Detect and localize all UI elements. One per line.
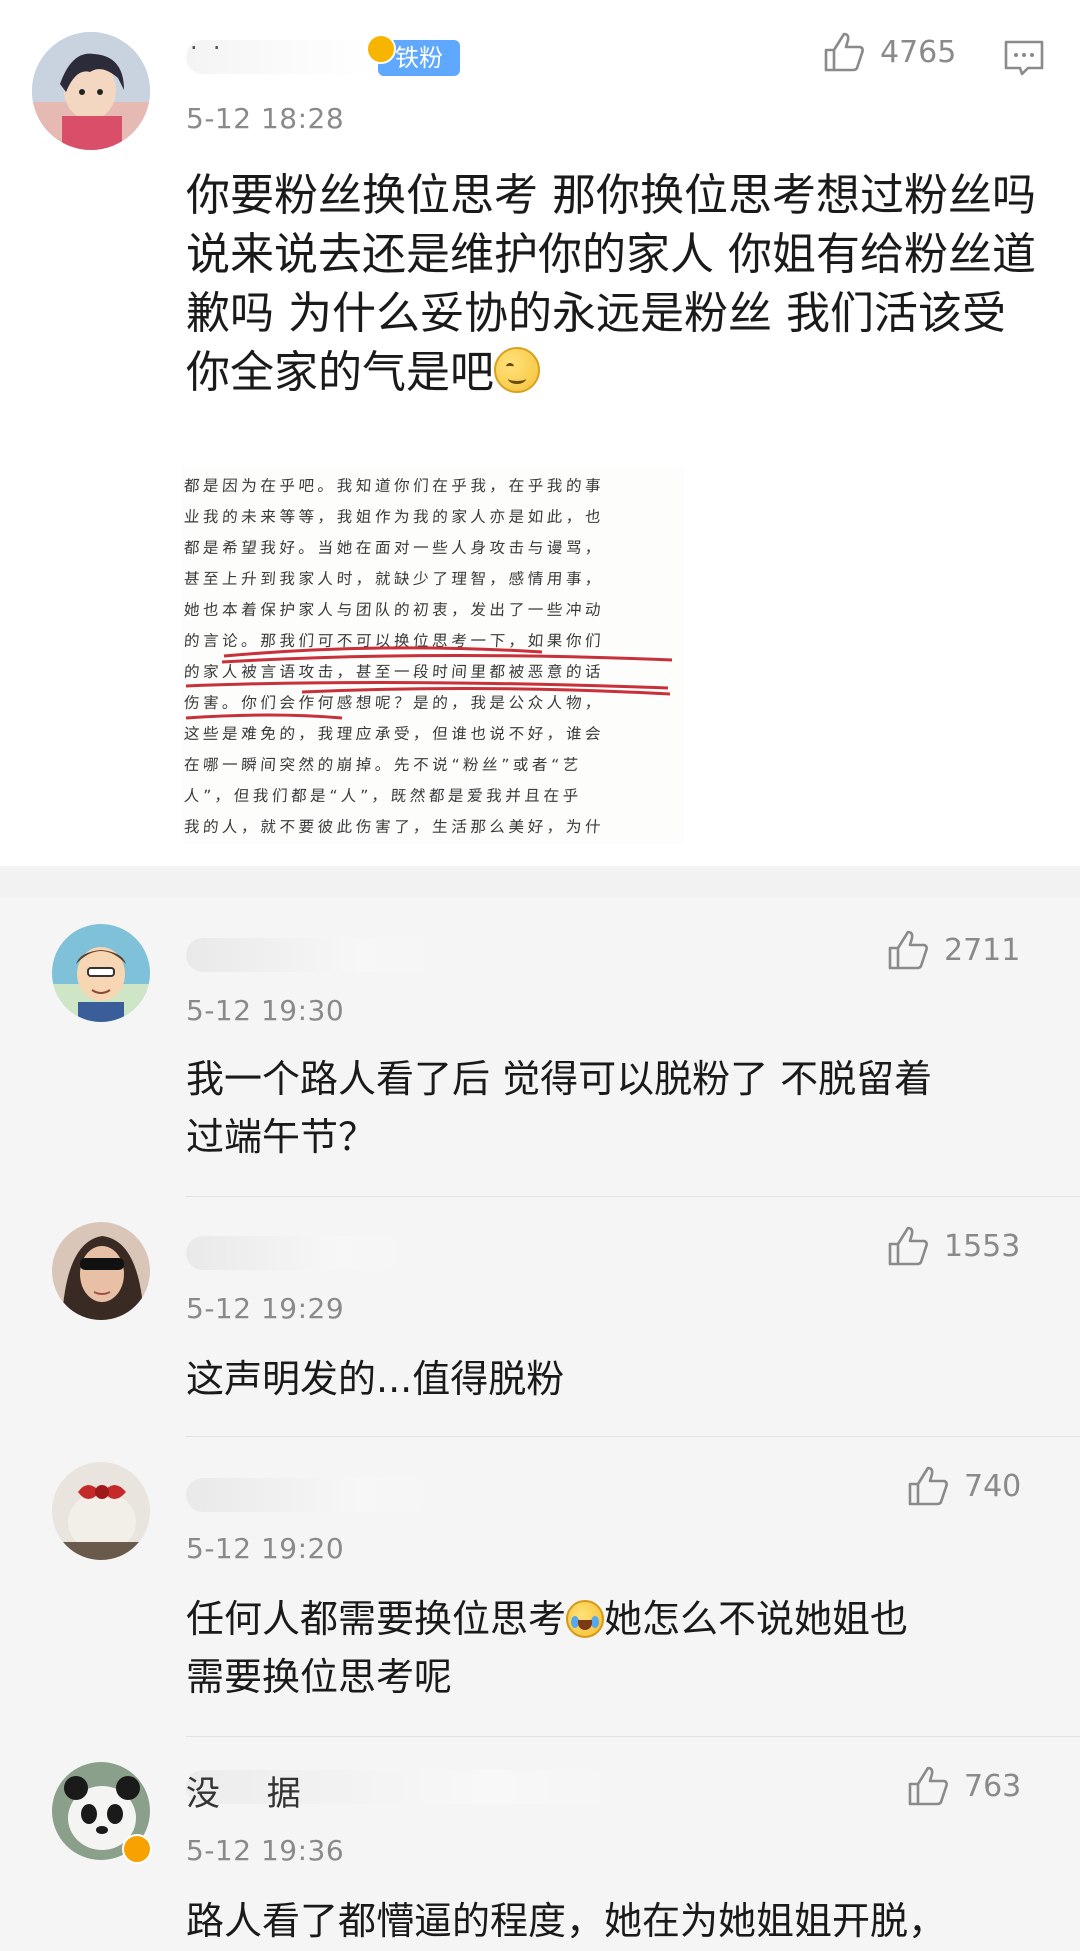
laugh-cry-emoji xyxy=(566,1600,605,1638)
badge-icon xyxy=(366,34,396,64)
reply-time: 5-12 19:20 xyxy=(186,1532,345,1565)
reply-text: 路人看了都懵逼的程度，她在为她姐姐开脱， xyxy=(186,1892,946,1950)
avatar[interactable] xyxy=(52,1222,150,1320)
comment-time: 5-12 18:28 xyxy=(186,102,345,135)
like-button[interactable]: 1553 xyxy=(886,1224,1020,1268)
avatar[interactable] xyxy=(52,1462,150,1560)
attached-statement-image[interactable]: 都是因为在乎吧。我知道你们在乎我，在乎我的事 业我的未来等等，我姐作为我的家人亦… xyxy=(182,466,684,844)
avatar-image xyxy=(52,1462,150,1560)
comment-text: 你要粉丝换位思考 那你换位思考想过粉丝吗 说来说去还是维护你的家人 你姐有给粉丝… xyxy=(186,166,1036,402)
reply-text: 任何人都需要换位思考 她怎么不说她姐也 需要换位思考呢 xyxy=(186,1590,908,1706)
thumbs-up-icon xyxy=(888,1226,928,1266)
username-fragment: 没 据 xyxy=(186,1774,319,1814)
reply-text-line: 任何人都需要换位思考 她怎么不说她姐也 xyxy=(186,1590,908,1648)
divider xyxy=(186,1196,1080,1197)
reply-text-line: 需要换位思考呢 xyxy=(186,1655,453,1699)
reply-text: 我一个路人看了后 觉得可以脱粉了 不脱留着 过端午节？ xyxy=(186,1050,932,1166)
like-button[interactable]: 763 xyxy=(906,1764,1021,1808)
avatar[interactable] xyxy=(52,924,150,1022)
like-button[interactable]: 740 xyxy=(906,1464,1021,1508)
like-count: 763 xyxy=(964,1768,1022,1804)
username-redacted[interactable] xyxy=(186,938,436,972)
avatar[interactable] xyxy=(32,32,150,150)
username-redacted[interactable] xyxy=(186,1236,406,1270)
reply-time: 5-12 19:30 xyxy=(186,994,345,1027)
username-redacted[interactable] xyxy=(186,1478,436,1512)
verified-badge-icon xyxy=(122,1834,152,1864)
reply-text-line: 这声明发的...值得脱粉 xyxy=(186,1357,565,1401)
avatar-image xyxy=(32,32,150,150)
avatar-image xyxy=(52,924,150,1022)
avatar-image xyxy=(52,1222,150,1320)
thumbs-up-icon xyxy=(824,32,864,72)
thumbs-up-icon xyxy=(888,930,928,970)
reply-text-segment: 任何人都需要换位思考 xyxy=(186,1597,567,1641)
reply-bubble-icon xyxy=(1004,40,1044,76)
fan-badge[interactable]: 铁粉 xyxy=(366,34,460,76)
fan-badge-label: 铁粉 xyxy=(395,44,443,72)
reply-text: 这声明发的...值得脱粉 xyxy=(186,1350,564,1408)
thumbs-up-icon xyxy=(908,1466,948,1506)
username-redacted[interactable]: 没 据 xyxy=(186,1770,616,1814)
username-redacted[interactable]: · · xyxy=(186,34,376,74)
divider xyxy=(186,1736,1080,1737)
replies-list: 5-12 19:30 2711 我一个路人看了后 觉得可以脱粉了 不脱留着 过端… xyxy=(0,898,1080,1951)
divider xyxy=(186,1436,1080,1437)
smile-emoji xyxy=(494,347,540,393)
red-underline-annotations xyxy=(185,646,673,720)
like-count: 1553 xyxy=(944,1228,1021,1264)
reply-text-line: 我一个路人看了后 觉得可以脱粉了 不脱留着 xyxy=(186,1057,933,1101)
reply-text-line: 路人看了都懵逼的程度，她在为她姐姐开脱， xyxy=(186,1899,947,1943)
reply-text-line: 过端午节？ xyxy=(186,1115,377,1159)
thumbs-up-icon xyxy=(908,1766,948,1806)
like-count: 740 xyxy=(964,1468,1022,1504)
like-count: 4765 xyxy=(880,34,957,70)
reply-time: 5-12 19:36 xyxy=(186,1834,345,1867)
reply-text-segment: 她怎么不说她姐也 xyxy=(604,1597,909,1641)
like-button[interactable]: 4765 xyxy=(822,30,956,74)
like-count: 2711 xyxy=(944,932,1021,968)
main-comment-card: · · 铁粉 5-12 18:28 4765 你要粉丝换位思考 那你换位思考想过… xyxy=(0,0,1080,866)
reply-time: 5-12 19:29 xyxy=(186,1292,345,1325)
reply-button[interactable] xyxy=(1002,36,1046,84)
comment-body: 你要粉丝换位思考 那你换位思考想过粉丝吗 说来说去还是维护你的家人 你姐有给粉丝… xyxy=(186,170,1036,398)
like-button[interactable]: 2711 xyxy=(886,928,1020,972)
